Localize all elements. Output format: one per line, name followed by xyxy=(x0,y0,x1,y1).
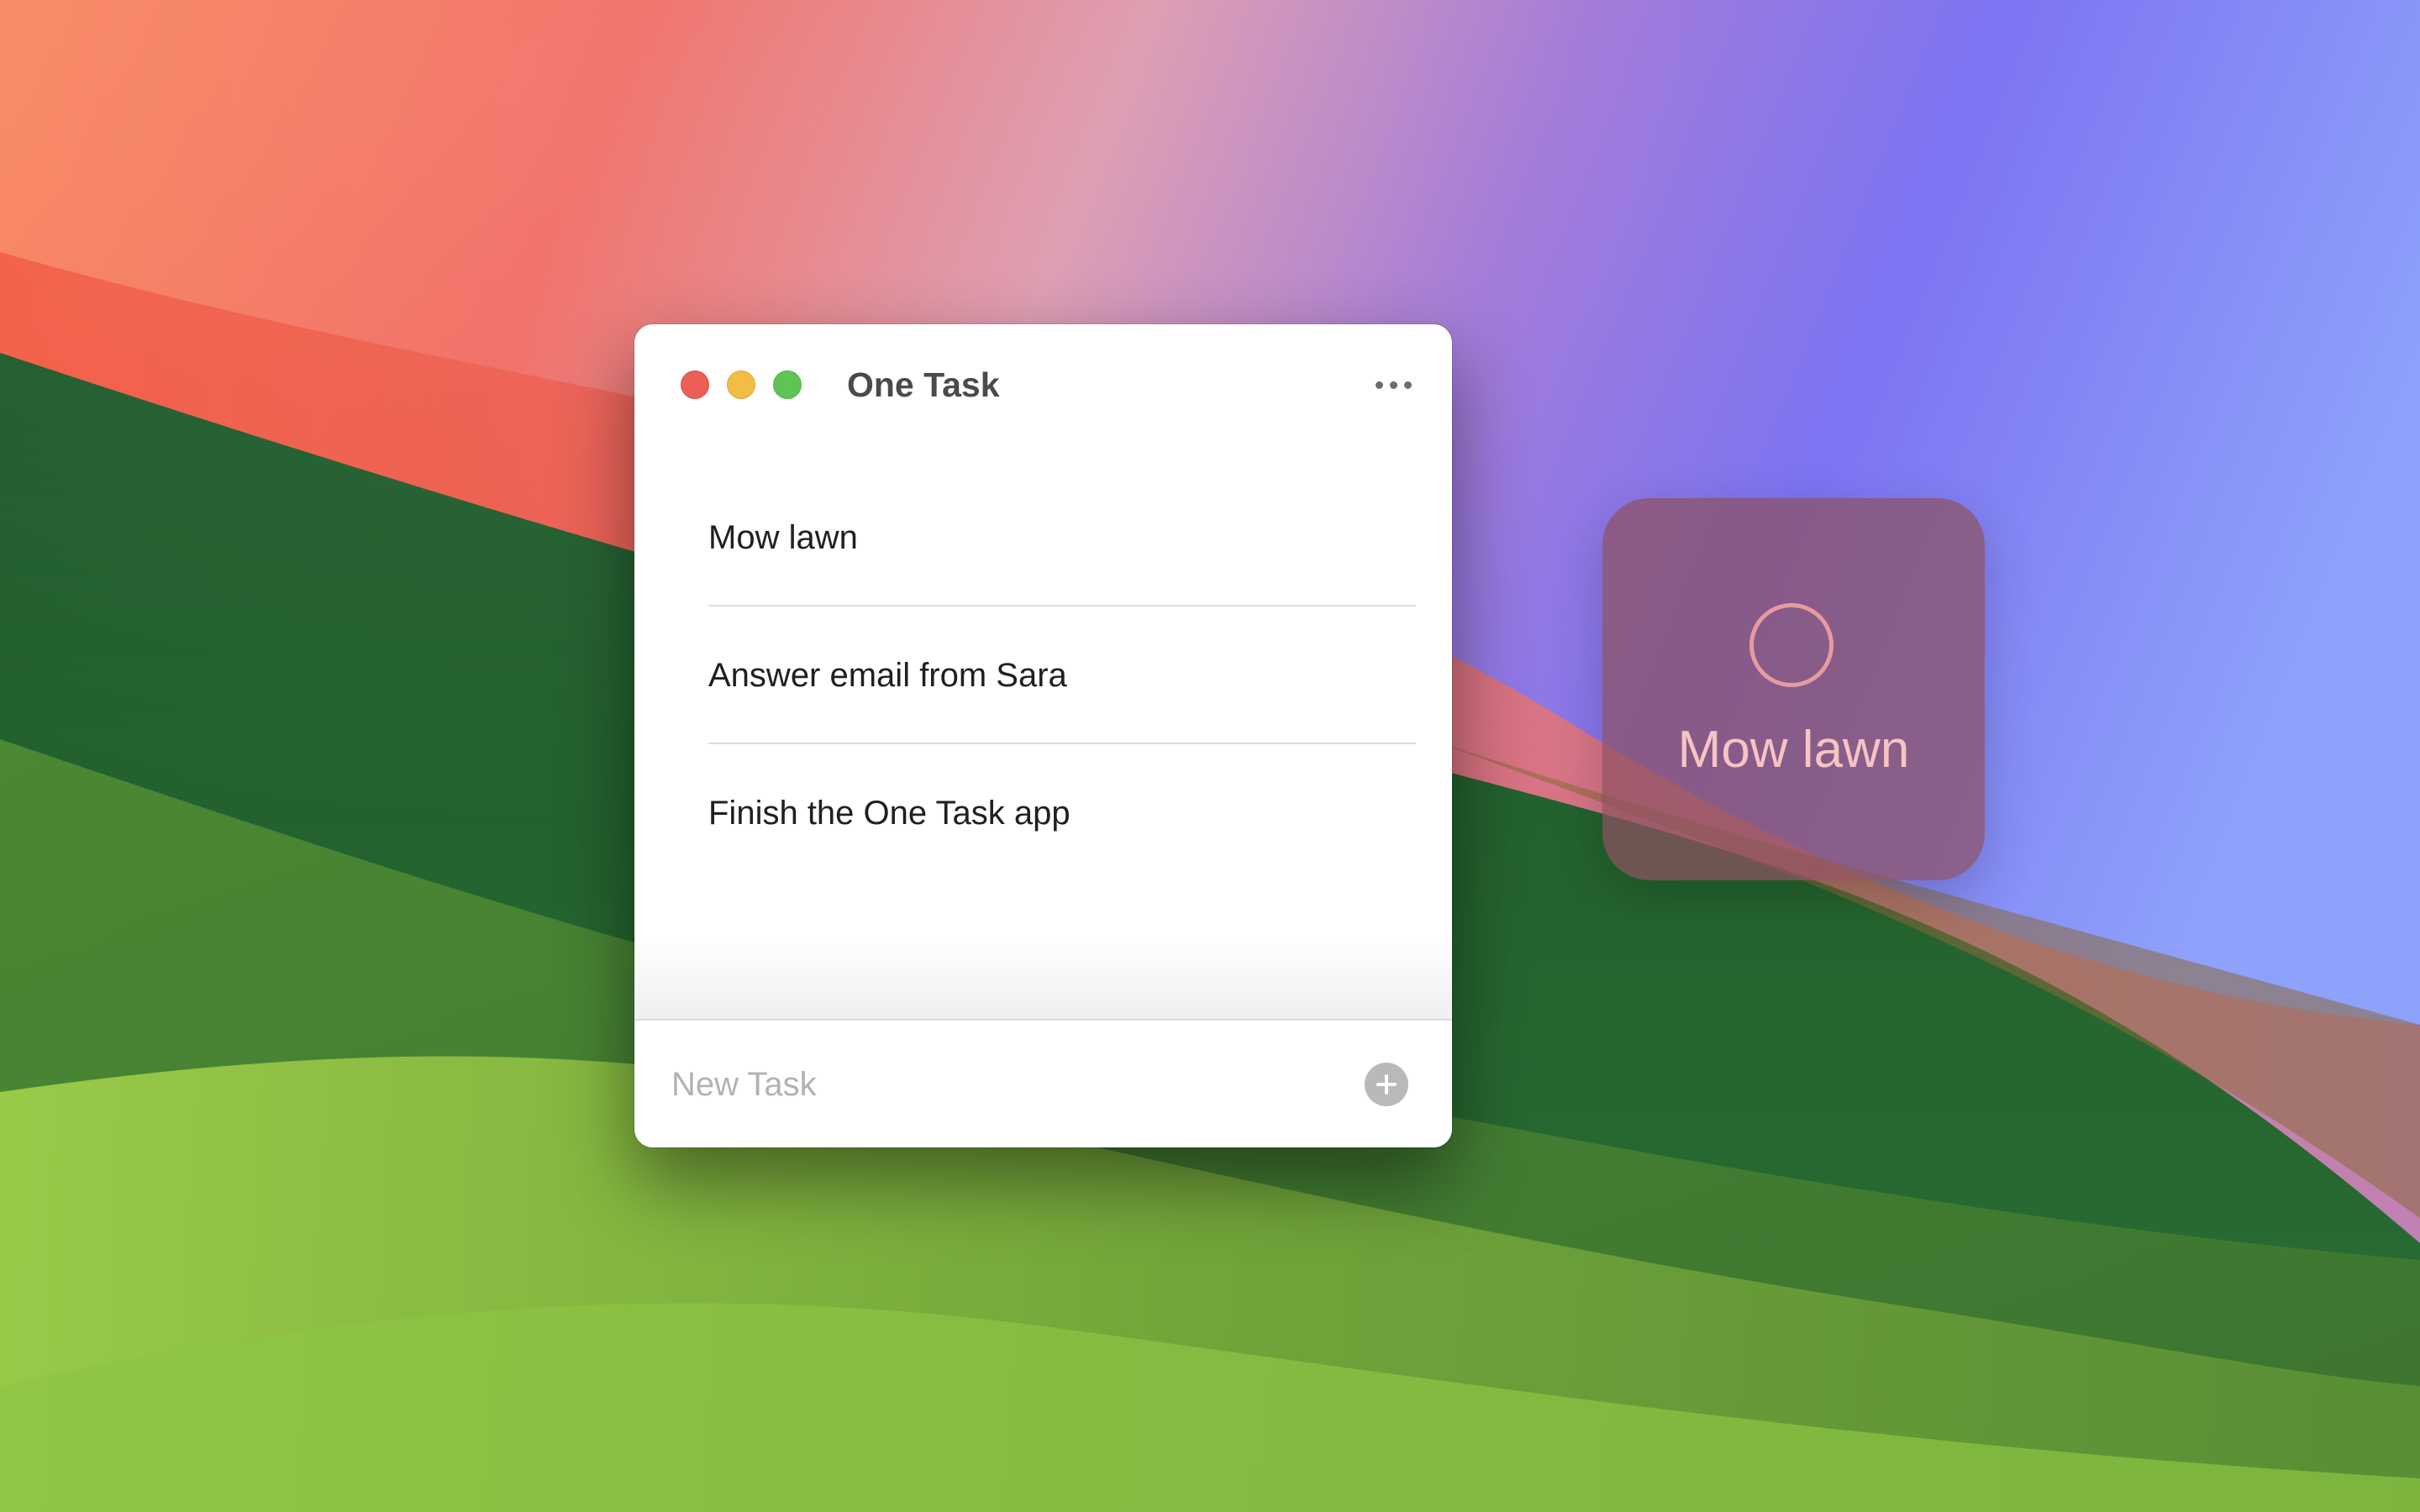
list-fade xyxy=(634,935,1452,1019)
task-label: Mow lawn xyxy=(708,519,858,556)
task-row[interactable]: Finish the One Task app xyxy=(708,744,1416,882)
minimize-button[interactable] xyxy=(727,370,755,399)
task-label: Finish the One Task app xyxy=(708,795,1071,832)
ellipsis-dot xyxy=(1389,381,1397,389)
maximize-button[interactable] xyxy=(773,370,802,399)
new-task-bar xyxy=(634,1019,1452,1147)
new-task-input[interactable] xyxy=(671,1058,1310,1110)
ellipsis-dot xyxy=(1375,381,1383,389)
one-task-window: One Task Mow lawn Answer email from Sara… xyxy=(634,324,1452,1147)
close-button[interactable] xyxy=(681,370,709,399)
ellipsis-dot xyxy=(1403,381,1412,389)
task-widget[interactable]: Mow lawn xyxy=(1602,498,1985,880)
ellipsis-icon[interactable] xyxy=(1365,366,1421,403)
titlebar: One Task xyxy=(634,324,1452,445)
desktop: One Task Mow lawn Answer email from Sara… xyxy=(0,0,2420,1512)
window-title: One Task xyxy=(847,365,1000,404)
task-label: Answer email from Sara xyxy=(708,657,1067,694)
task-row[interactable]: Answer email from Sara xyxy=(708,606,1416,744)
circle-icon[interactable] xyxy=(1749,603,1833,687)
plus-circle-icon[interactable] xyxy=(1365,1063,1408,1106)
task-row[interactable]: Mow lawn xyxy=(708,469,1416,606)
widget-task-label: Mow lawn xyxy=(1677,721,1910,779)
